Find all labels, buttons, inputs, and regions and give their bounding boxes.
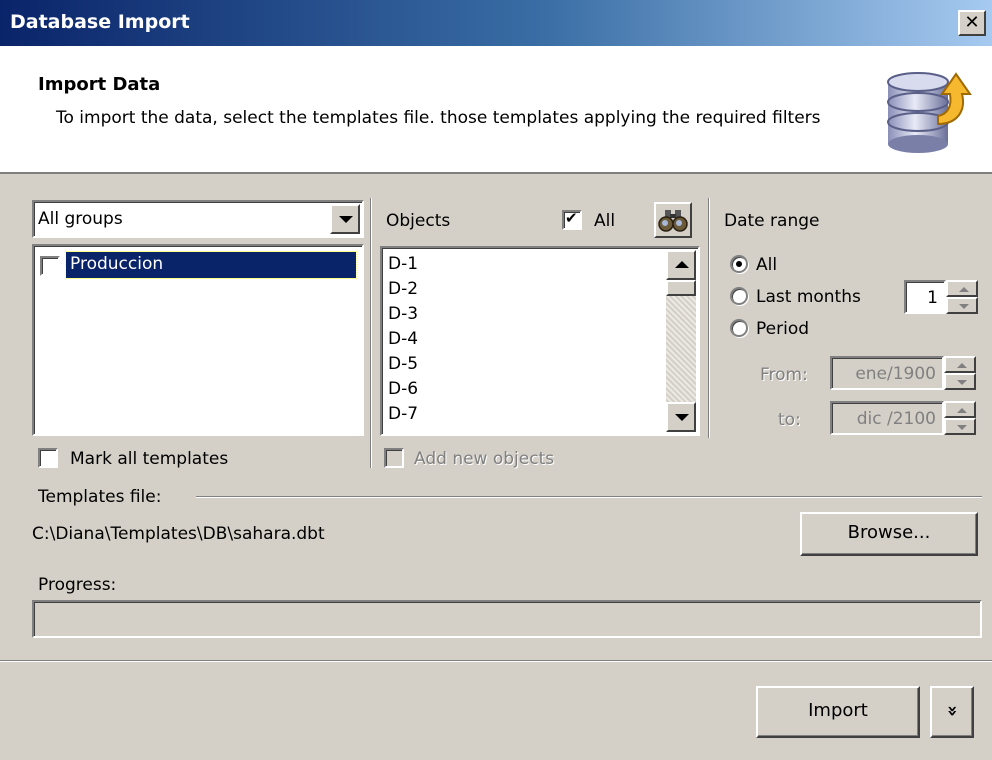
more-options-button[interactable]: » xyxy=(930,686,974,738)
arrow-down-icon xyxy=(675,414,689,421)
group-filter-dropdown[interactable]: All groups xyxy=(32,200,364,238)
list-item[interactable]: D-1 xyxy=(388,254,418,274)
date-period-label: Period xyxy=(756,319,810,339)
header-title: Import Data xyxy=(38,74,161,95)
spin-up-button[interactable] xyxy=(946,280,978,297)
group-item-label: Produccion xyxy=(65,251,357,279)
date-range-label: Date range xyxy=(724,211,820,231)
database-import-icon xyxy=(887,72,972,153)
to-date-spin-buttons[interactable] xyxy=(944,401,976,435)
last-months-stepper[interactable]: 1 xyxy=(904,280,980,314)
date-last-months-label: Last months xyxy=(756,287,861,307)
to-date-stepper[interactable]: dic /2100 xyxy=(830,401,980,435)
footer-divider xyxy=(0,660,992,662)
list-item[interactable]: D-6 xyxy=(388,379,418,399)
dialog-header: Import Data To import the data, select t… xyxy=(0,46,992,174)
date-period-radio[interactable] xyxy=(730,319,748,337)
last-months-spin-buttons[interactable] xyxy=(946,280,978,314)
spin-down-button[interactable] xyxy=(946,297,978,314)
date-all-label: All xyxy=(756,255,778,275)
scroll-up-button[interactable] xyxy=(666,250,696,280)
list-item[interactable]: D-5 xyxy=(388,354,418,374)
objects-list[interactable]: D-1 D-2 D-3 D-4 D-5 D-6 D-7 xyxy=(380,246,700,436)
last-months-value: 1 xyxy=(927,288,938,308)
divider xyxy=(196,496,982,498)
mark-all-templates-checkbox[interactable] xyxy=(38,448,58,468)
add-new-objects-label: Add new objects xyxy=(414,449,555,469)
spin-up-button[interactable] xyxy=(944,401,976,418)
list-item[interactable]: D-2 xyxy=(388,279,418,299)
divider xyxy=(708,198,710,438)
to-date-input[interactable]: dic /2100 xyxy=(830,401,944,435)
window-title: Database Import xyxy=(10,11,190,33)
templates-file-path: C:\Diana\Templates\DB\sahara.dbt xyxy=(32,524,325,544)
scroll-down-button[interactable] xyxy=(666,402,696,432)
from-date-stepper[interactable]: ene/1900 xyxy=(830,356,980,390)
arrow-down-icon xyxy=(957,380,967,385)
from-date-input[interactable]: ene/1900 xyxy=(830,356,944,390)
group-checkbox[interactable] xyxy=(40,256,60,276)
spin-down-button[interactable] xyxy=(944,418,976,435)
browse-button-label: Browse... xyxy=(847,522,931,543)
import-button-label: Import xyxy=(808,700,868,721)
spin-down-button[interactable] xyxy=(944,373,976,390)
progress-label: Progress: xyxy=(38,575,117,595)
progress-bar xyxy=(32,600,982,638)
last-months-input[interactable]: 1 xyxy=(904,280,946,314)
from-date-spin-buttons[interactable] xyxy=(944,356,976,390)
dropdown-arrow-button[interactable] xyxy=(330,204,360,234)
from-date-value: ene/1900 xyxy=(855,364,936,384)
divider xyxy=(370,198,372,468)
templates-group-list[interactable]: Produccion xyxy=(32,244,364,436)
close-button[interactable]: ✕ xyxy=(958,10,986,36)
browse-button[interactable]: Browse... xyxy=(800,512,978,556)
date-last-months-radio[interactable] xyxy=(730,287,748,305)
arrow-up-icon xyxy=(959,287,969,292)
import-button[interactable]: Import xyxy=(756,686,920,738)
arrow-up-icon xyxy=(675,261,689,268)
double-chevron-down-icon: » xyxy=(941,705,963,717)
find-objects-button[interactable] xyxy=(654,202,692,238)
add-new-objects-checkbox[interactable] xyxy=(384,448,404,468)
title-bar: Database Import ✕ xyxy=(0,0,992,46)
list-item[interactable]: Produccion xyxy=(38,250,358,280)
templates-file-label: Templates file: xyxy=(38,487,162,507)
group-filter-value: All groups xyxy=(38,209,123,229)
header-description: To import the data, select the templates… xyxy=(56,108,821,128)
chevron-down-icon xyxy=(339,216,353,223)
list-item[interactable]: D-3 xyxy=(388,304,418,324)
arrow-up-icon xyxy=(957,363,967,368)
objects-label: Objects xyxy=(386,211,451,231)
all-objects-checkbox[interactable] xyxy=(562,209,582,230)
binoculars-icon xyxy=(658,210,688,232)
arrow-up-icon xyxy=(957,408,967,413)
to-date-value: dic /2100 xyxy=(856,409,936,429)
from-label: From: xyxy=(760,365,808,385)
arrow-down-icon xyxy=(959,304,969,309)
all-objects-label: All xyxy=(594,211,616,231)
to-label: to: xyxy=(778,410,801,430)
list-item[interactable]: D-7 xyxy=(388,404,418,424)
scroll-thumb[interactable] xyxy=(666,280,696,296)
mark-all-templates-label: Mark all templates xyxy=(70,449,229,469)
list-item[interactable]: D-4 xyxy=(388,329,418,349)
spin-up-button[interactable] xyxy=(944,356,976,373)
date-all-radio[interactable] xyxy=(730,255,748,273)
arrow-down-icon xyxy=(957,425,967,430)
close-icon: ✕ xyxy=(964,12,980,33)
objects-scrollbar[interactable] xyxy=(666,250,696,432)
